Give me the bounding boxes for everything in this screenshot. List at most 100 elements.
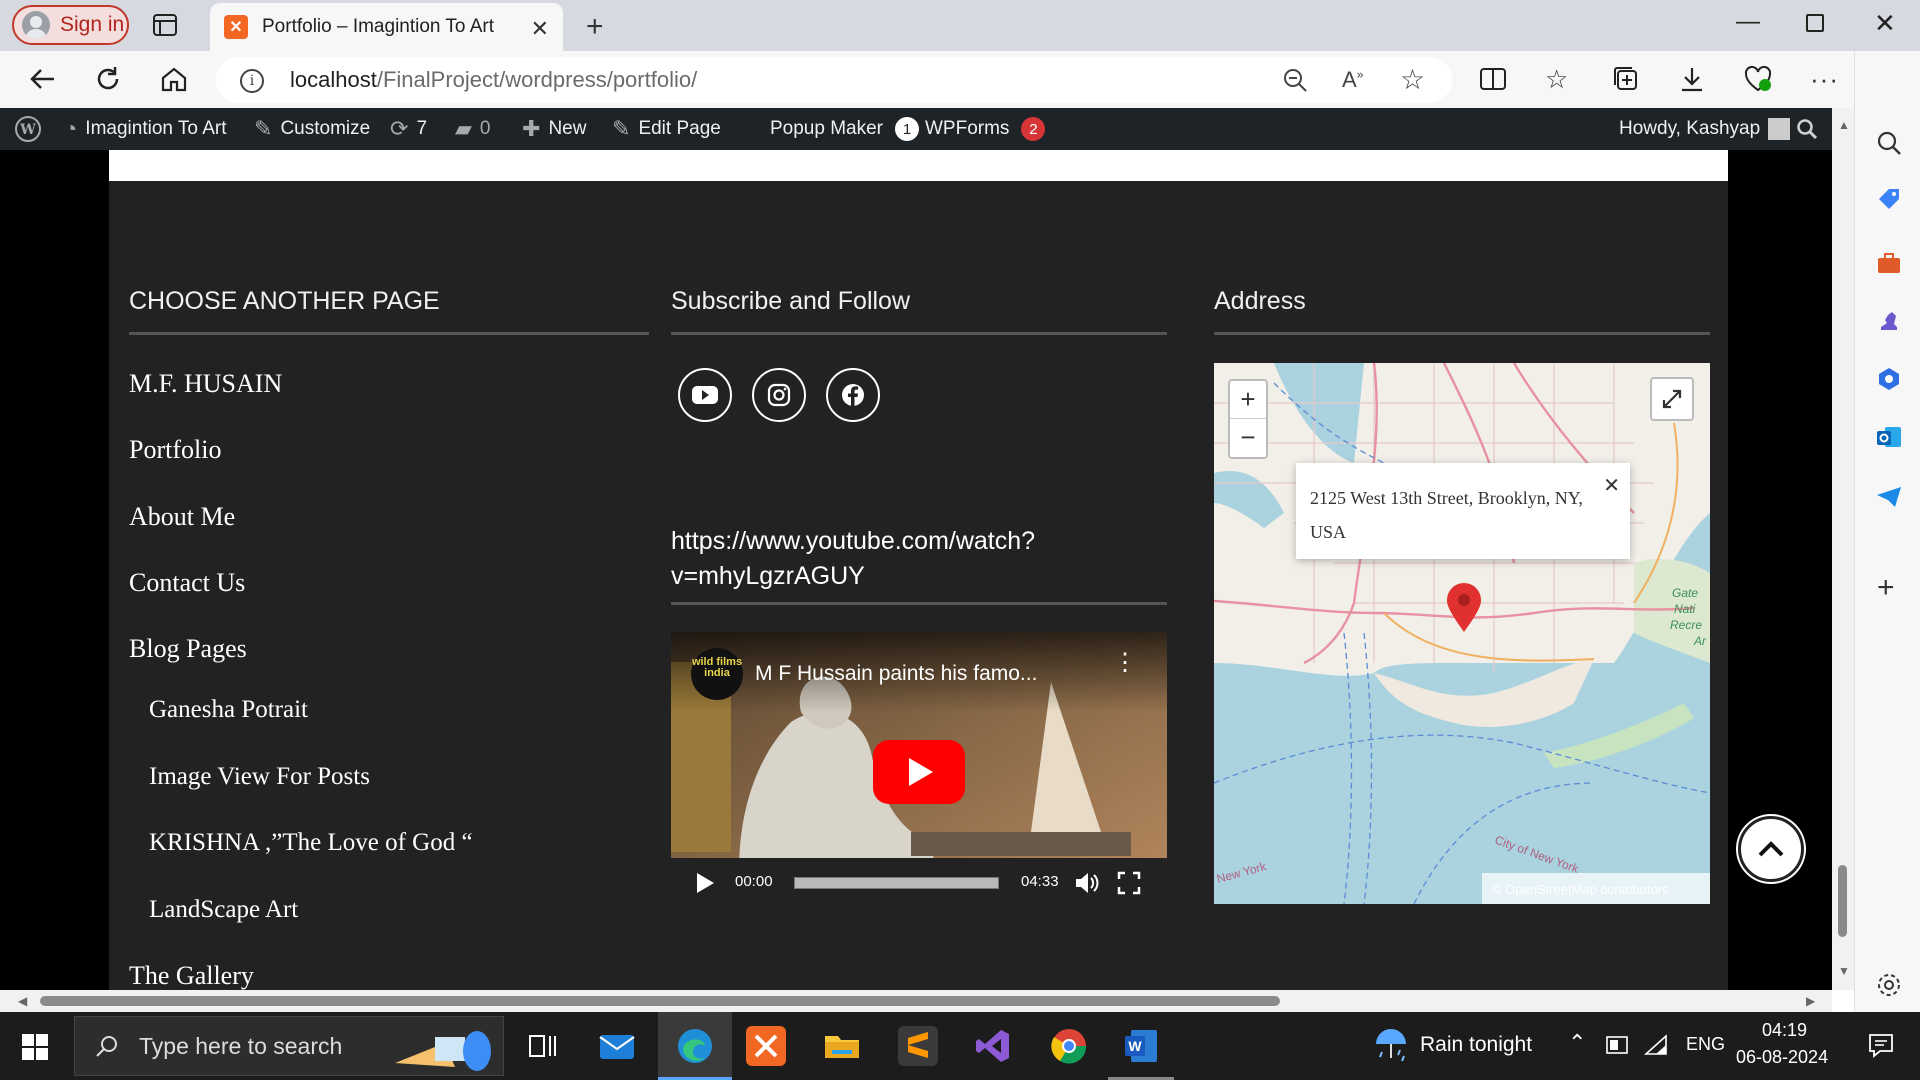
downloads-icon[interactable] bbox=[1677, 64, 1707, 94]
favorite-star-icon[interactable]: ☆ bbox=[1400, 63, 1425, 96]
window-close-icon[interactable]: ✕ bbox=[1874, 8, 1896, 39]
shopping-tag-icon[interactable] bbox=[1875, 185, 1903, 213]
submenu-item-landscape[interactable]: LandScape Art bbox=[149, 896, 298, 924]
xampp-app-icon[interactable] bbox=[746, 1026, 786, 1066]
address-bar[interactable]: i localhost/FinalProject/wordpress/portf… bbox=[216, 57, 1452, 103]
new-tab-icon[interactable]: + bbox=[586, 10, 604, 44]
zoom-out-icon[interactable]: − bbox=[1230, 419, 1266, 457]
wpforms-link[interactable]: WPForms 2 bbox=[925, 108, 1046, 150]
menu-item-contact-us[interactable]: Contact Us bbox=[129, 568, 245, 598]
scroll-up-icon[interactable]: ▲ bbox=[1838, 118, 1850, 132]
back-icon[interactable] bbox=[28, 64, 58, 94]
youtube-icon[interactable] bbox=[678, 368, 732, 422]
scroll-left-icon[interactable]: ◀ bbox=[18, 994, 27, 1008]
video-player[interactable]: wild films india M F Hussain paints his … bbox=[671, 632, 1167, 908]
tray-chevron-icon[interactable]: ⌃ bbox=[1568, 1030, 1586, 1056]
admin-search-icon[interactable] bbox=[1796, 108, 1818, 150]
menu-item-gallery[interactable]: The Gallery bbox=[129, 961, 254, 990]
sidebar-settings-icon[interactable] bbox=[1875, 971, 1903, 999]
wifi-icon[interactable] bbox=[1644, 1034, 1668, 1056]
games-icon[interactable] bbox=[1875, 305, 1903, 333]
edit-page-link[interactable]: ✎ Edit Page bbox=[612, 108, 721, 150]
customize-link[interactable]: ✎ Customize bbox=[254, 108, 370, 150]
split-screen-icon[interactable] bbox=[1478, 64, 1508, 94]
video-title[interactable]: M F Hussain paints his famo... bbox=[755, 662, 1037, 686]
channel-avatar[interactable]: wild films india bbox=[691, 648, 743, 700]
battery-network-icon[interactable] bbox=[1606, 1034, 1630, 1056]
chrome-icon[interactable] bbox=[1049, 1026, 1089, 1066]
task-view-icon[interactable] bbox=[522, 1026, 562, 1066]
word-taskbar-item[interactable]: W bbox=[1108, 1012, 1174, 1080]
add-sidebar-app-icon[interactable]: + bbox=[1877, 571, 1905, 604]
youtube-url-link[interactable]: https://www.youtube.com/watch?v=mhyLgzrA… bbox=[671, 524, 1091, 594]
visual-studio-icon[interactable] bbox=[973, 1026, 1013, 1066]
windows-start-icon[interactable] bbox=[22, 1034, 48, 1060]
fullscreen-icon[interactable] bbox=[1117, 871, 1141, 895]
rain-weather-icon[interactable] bbox=[1372, 1028, 1410, 1064]
vertical-scroll-thumb[interactable] bbox=[1838, 865, 1847, 937]
url-text[interactable]: localhost/FinalProject/wordpress/portfol… bbox=[290, 67, 697, 93]
edge-taskbar-active[interactable] bbox=[658, 1012, 732, 1080]
sublime-text-icon[interactable] bbox=[898, 1026, 938, 1066]
youtube-play-button[interactable] bbox=[873, 740, 965, 804]
comments-link[interactable]: ▰ 0 bbox=[455, 108, 491, 150]
horizontal-scroll-thumb[interactable] bbox=[40, 996, 1280, 1006]
video-progress-bar[interactable] bbox=[794, 877, 999, 889]
site-name-link[interactable]: ◔ Imagintion To Art bbox=[64, 108, 226, 150]
new-content-link[interactable]: ✚ New bbox=[522, 108, 586, 150]
more-menu-icon[interactable]: ··· bbox=[1810, 64, 1840, 94]
vertical-scrollbar[interactable]: ▲ ▼ bbox=[1832, 108, 1854, 990]
submenu-item-image-view[interactable]: Image View For Posts bbox=[149, 763, 370, 791]
clock-date[interactable]: 06-08-2024 bbox=[1736, 1047, 1828, 1068]
tab-portfolio[interactable]: ✕ Portfolio – Imagintion To Art ✕ bbox=[210, 3, 563, 51]
menu-item-portfolio[interactable]: Portfolio bbox=[129, 435, 221, 465]
map-fullscreen-icon[interactable] bbox=[1650, 377, 1694, 421]
weather-text[interactable]: Rain tonight bbox=[1420, 1033, 1532, 1057]
instagram-icon[interactable] bbox=[752, 368, 806, 422]
notifications-icon[interactable] bbox=[1868, 1032, 1894, 1058]
menu-item-blog-pages[interactable]: Blog Pages bbox=[129, 634, 247, 664]
site-info-icon[interactable]: i bbox=[240, 69, 264, 93]
sign-in-button[interactable]: Sign in bbox=[12, 5, 129, 45]
restore-icon[interactable] bbox=[1806, 14, 1824, 32]
language-indicator[interactable]: ENG bbox=[1686, 1034, 1725, 1055]
browser-essentials-icon[interactable] bbox=[1743, 64, 1773, 94]
my-account-link[interactable]: Howdy, Kashyap bbox=[1619, 108, 1791, 150]
wordpress-logo-icon[interactable]: W bbox=[14, 108, 42, 150]
horizontal-scrollbar[interactable]: ◀ ▶ bbox=[0, 990, 1832, 1012]
map-attribution[interactable]: © OpenStreetMap contributors bbox=[1482, 873, 1710, 904]
popup-maker-link[interactable]: Popup Maker 1 bbox=[770, 108, 920, 150]
play-icon[interactable] bbox=[695, 872, 715, 894]
outlook-icon[interactable] bbox=[1875, 423, 1903, 451]
scroll-down-icon[interactable]: ▼ bbox=[1838, 964, 1850, 978]
video-more-icon[interactable]: ⋮ bbox=[1113, 651, 1137, 675]
favorites-icon[interactable]: ☆ bbox=[1545, 64, 1575, 94]
clock-time[interactable]: 04:19 bbox=[1762, 1020, 1807, 1041]
read-aloud-icon[interactable]: A» bbox=[1342, 67, 1363, 93]
osm-map[interactable]: City of New York New York Gate Nati Recr… bbox=[1214, 363, 1710, 904]
menu-item-mf-husain[interactable]: M.F. HUSAIN bbox=[129, 369, 282, 399]
mail-app-icon[interactable] bbox=[597, 1026, 637, 1066]
submenu-item-krishna[interactable]: KRISHNA ,”The Love of God “ bbox=[149, 829, 473, 857]
scroll-right-icon[interactable]: ▶ bbox=[1806, 994, 1815, 1008]
sidebar-search-icon[interactable] bbox=[1875, 129, 1903, 157]
scroll-to-top-button[interactable] bbox=[1738, 816, 1804, 882]
tab-close-icon[interactable]: ✕ bbox=[531, 16, 549, 42]
volume-icon[interactable] bbox=[1074, 871, 1100, 895]
zoom-out-icon[interactable] bbox=[1282, 67, 1308, 93]
home-icon[interactable] bbox=[159, 64, 189, 94]
refresh-icon[interactable] bbox=[93, 64, 123, 94]
tab-actions-icon[interactable] bbox=[152, 12, 178, 38]
map-marker-icon[interactable] bbox=[1446, 583, 1482, 633]
taskbar-search-box[interactable]: Type here to search bbox=[74, 1016, 504, 1076]
zoom-in-icon[interactable]: + bbox=[1230, 381, 1266, 419]
minimize-icon[interactable]: — bbox=[1736, 8, 1760, 36]
microsoft365-icon[interactable] bbox=[1875, 365, 1903, 393]
updates-link[interactable]: ⟳ 7 bbox=[390, 108, 427, 150]
file-explorer-icon[interactable] bbox=[822, 1026, 862, 1066]
telegram-send-icon[interactable] bbox=[1875, 483, 1903, 511]
tools-icon[interactable] bbox=[1875, 249, 1903, 277]
facebook-icon[interactable] bbox=[826, 368, 880, 422]
popup-close-icon[interactable]: ✕ bbox=[1603, 469, 1620, 503]
menu-item-about-me[interactable]: About Me bbox=[129, 502, 235, 532]
